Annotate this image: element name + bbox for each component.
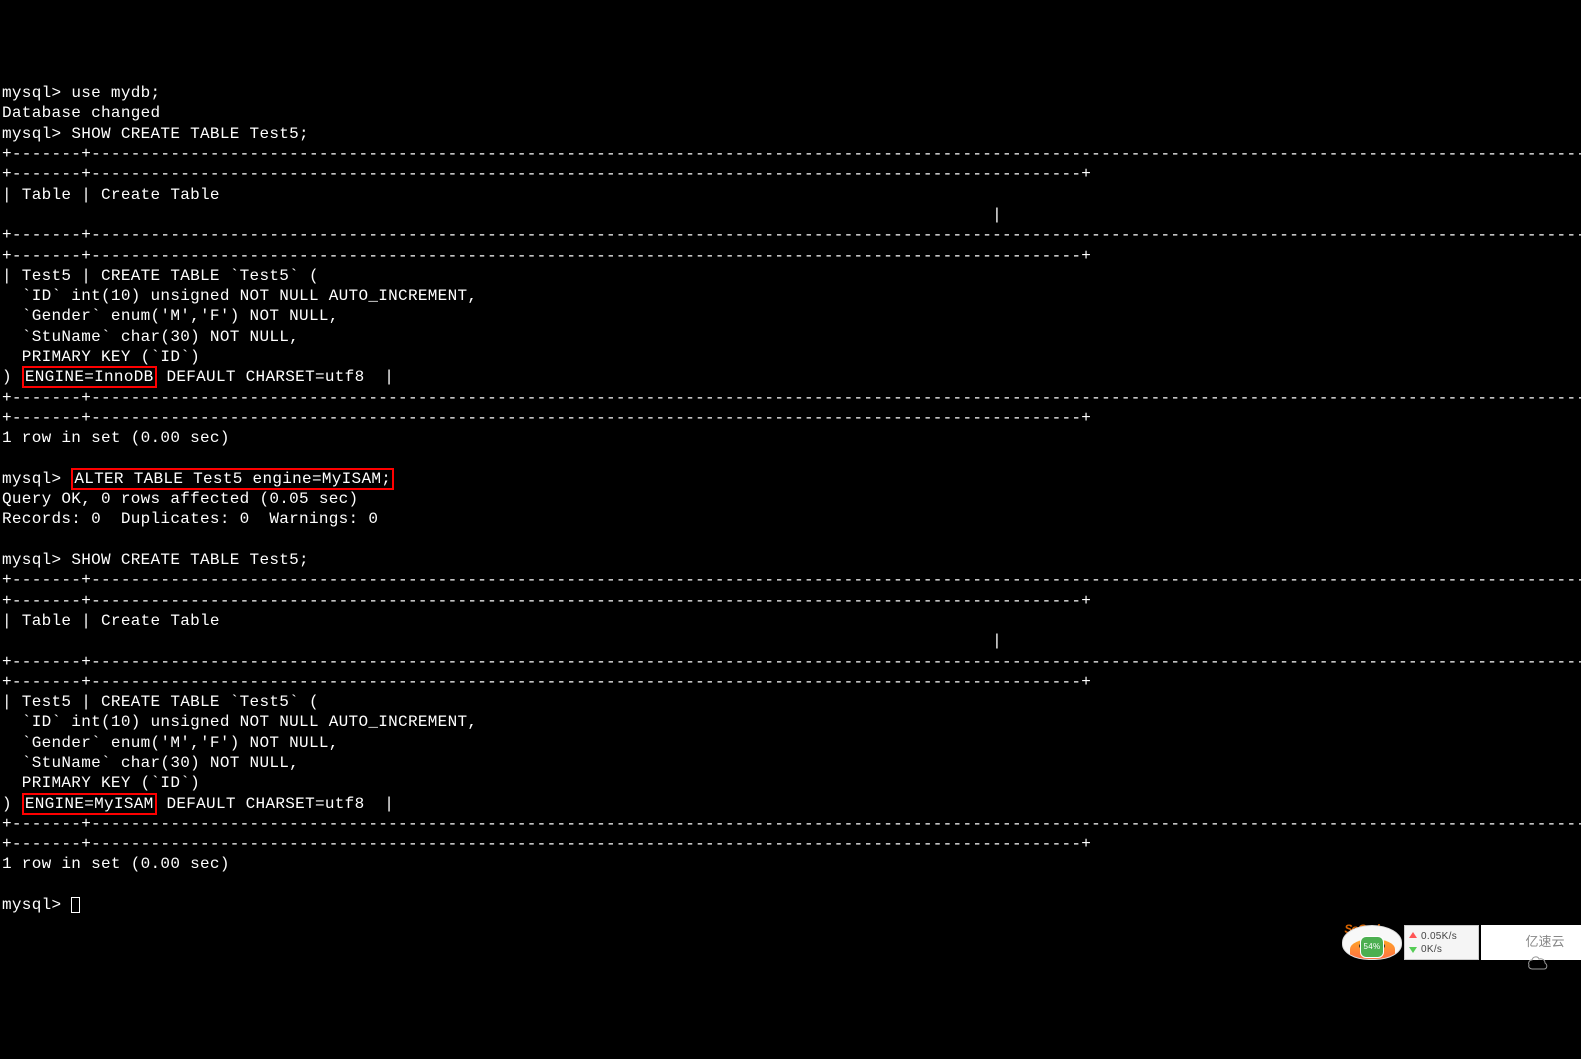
taskbar-tray: SoGod 54% 0.05K/s 0K/s 亿速云 xyxy=(1285,925,1581,960)
upload-arrow-icon xyxy=(1409,932,1417,938)
table-separator: +-------+-------------------------------… xyxy=(2,571,1581,589)
watermark-text: 亿速云 xyxy=(1525,932,1564,952)
command-show-create-1: SHOW CREATE TABLE Test5; xyxy=(71,125,309,143)
engine-innodb-highlight: ENGINE=InnoDB xyxy=(22,366,157,388)
prompt: mysql> xyxy=(2,470,71,488)
table-separator: +-------+-------------------------------… xyxy=(2,592,1091,610)
table-header: | Table | Create Table xyxy=(2,612,220,630)
download-speed: 0K/s xyxy=(1421,943,1442,956)
column-def-id: `ID` int(10) unsigned NOT NULL AUTO_INCR… xyxy=(2,287,477,305)
engine-paren: ) xyxy=(2,795,22,813)
table-separator: +-------+-------------------------------… xyxy=(2,673,1091,691)
rows-in-set: 1 row in set (0.00 sec) xyxy=(2,855,230,873)
prompt: mysql> xyxy=(2,84,71,102)
engine-rest: DEFAULT CHARSET=utf8 | xyxy=(157,795,395,813)
column-def-gender: `Gender` enum('M','F') NOT NULL, xyxy=(2,734,339,752)
table-separator: +-------+-------------------------------… xyxy=(2,226,1581,244)
network-speed-monitor[interactable]: 0.05K/s 0K/s xyxy=(1404,925,1479,960)
column-def-stuname: `StuName` char(30) NOT NULL, xyxy=(2,754,299,772)
table-separator: +-------+-------------------------------… xyxy=(2,409,1091,427)
huorong-percent-badge: 54% xyxy=(1360,936,1385,958)
command-alter-highlight: ALTER TABLE Test5 engine=MyISAM; xyxy=(71,468,394,490)
prompt: mysql> xyxy=(2,125,71,143)
engine-paren: ) xyxy=(2,368,22,386)
prompt: mysql> xyxy=(2,896,71,914)
table-separator: +-------+-------------------------------… xyxy=(2,815,1581,833)
table-separator: +-------+-------------------------------… xyxy=(2,835,1091,853)
create-table-row-start: | Test5 | CREATE TABLE `Test5` ( xyxy=(2,267,319,285)
prompt: mysql> xyxy=(2,551,71,569)
table-separator: +-------+-------------------------------… xyxy=(2,145,1581,163)
table-separator: +-------+-------------------------------… xyxy=(2,653,1581,671)
table-header-pipe: | xyxy=(2,632,1002,650)
engine-rest: DEFAULT CHARSET=utf8 | xyxy=(157,368,395,386)
table-header: | Table | Create Table xyxy=(2,186,220,204)
table-separator: +-------+-------------------------------… xyxy=(2,165,1091,183)
rows-in-set: 1 row in set (0.00 sec) xyxy=(2,429,230,447)
create-table-row-start: | Test5 | CREATE TABLE `Test5` ( xyxy=(2,693,319,711)
command-show-create-2: SHOW CREATE TABLE Test5; xyxy=(71,551,309,569)
terminal-cursor xyxy=(71,897,80,913)
command-use-db: use mydb; xyxy=(71,84,160,102)
table-separator: +-------+-------------------------------… xyxy=(2,247,1091,265)
engine-myisam-highlight: ENGINE=MyISAM xyxy=(22,793,157,815)
huorong-security-icon[interactable]: 54% xyxy=(1342,925,1402,960)
download-arrow-icon xyxy=(1409,947,1417,953)
yisu-watermark: 亿速云 xyxy=(1481,925,1581,960)
column-def-stuname: `StuName` char(30) NOT NULL, xyxy=(2,328,299,346)
output-query-ok: Query OK, 0 rows affected (0.05 sec) xyxy=(2,490,358,508)
table-header-pipe: | xyxy=(2,206,1002,224)
output-db-changed: Database changed xyxy=(2,104,160,122)
output-records: Records: 0 Duplicates: 0 Warnings: 0 xyxy=(2,510,378,528)
mysql-terminal[interactable]: mysql> use mydb; Database changed mysql>… xyxy=(0,81,1581,917)
column-def-pk: PRIMARY KEY (`ID`) xyxy=(2,348,200,366)
column-def-id: `ID` int(10) unsigned NOT NULL AUTO_INCR… xyxy=(2,713,477,731)
upload-speed: 0.05K/s xyxy=(1421,930,1457,943)
sogou-ime-icon[interactable]: SoGod xyxy=(1285,935,1340,960)
column-def-gender: `Gender` enum('M','F') NOT NULL, xyxy=(2,307,339,325)
cloud-icon xyxy=(1497,935,1521,951)
table-separator: +-------+-------------------------------… xyxy=(2,389,1581,407)
column-def-pk: PRIMARY KEY (`ID`) xyxy=(2,774,200,792)
